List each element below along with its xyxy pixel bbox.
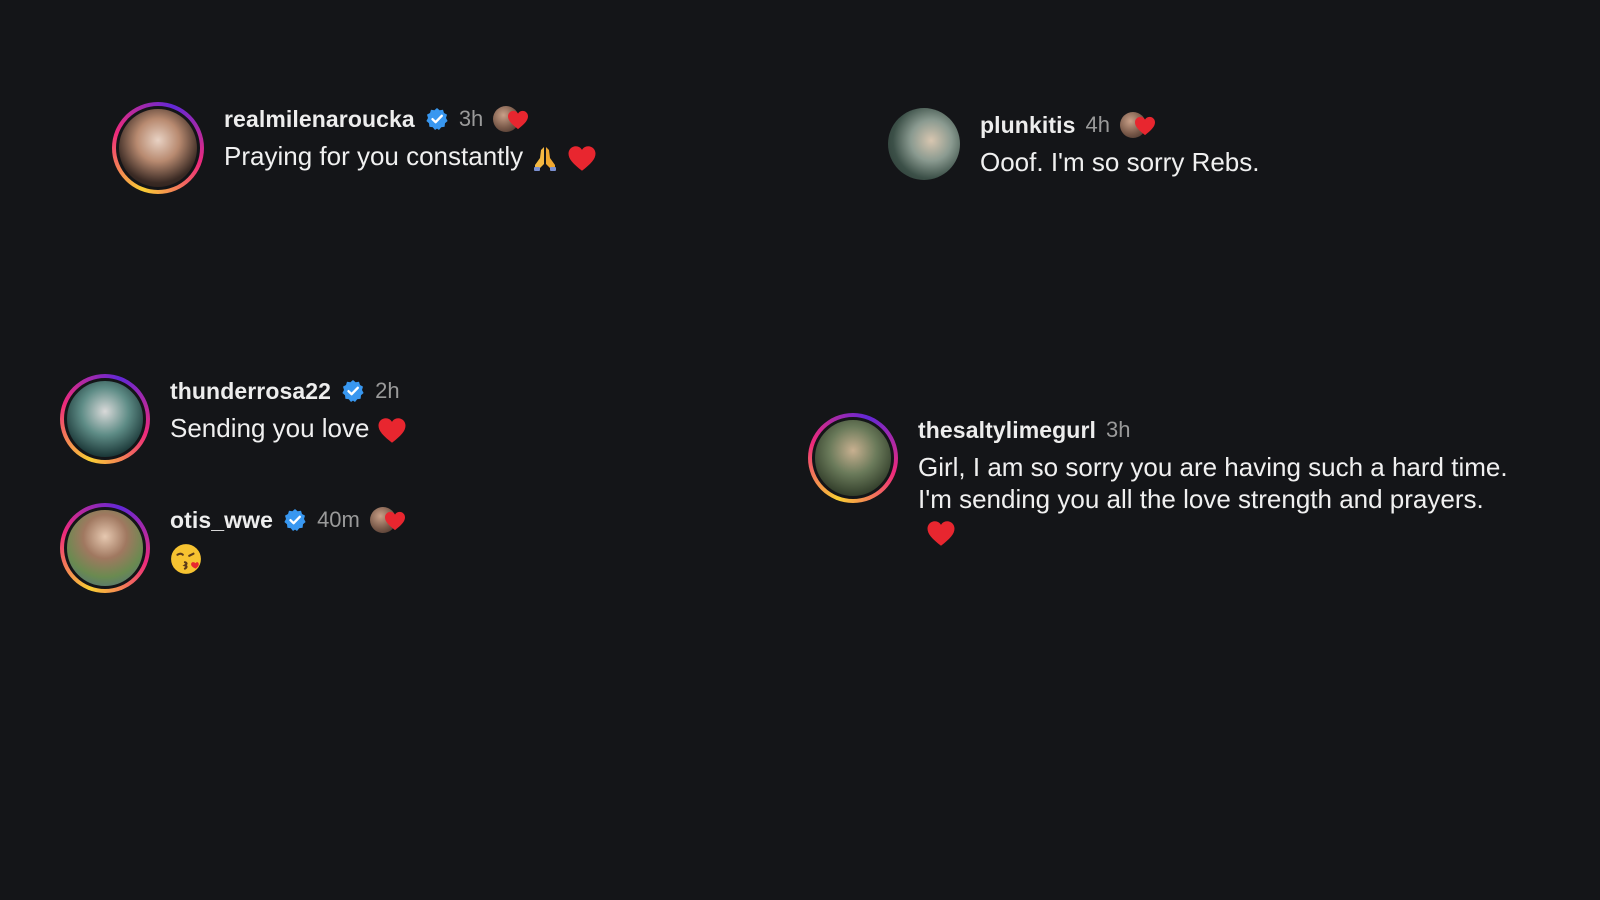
comment-text: Praying for you constantly [224,140,597,172]
username[interactable]: realmilenaroucka [224,106,415,133]
timestamp: 3h [458,106,484,131]
username[interactable]: thunderrosa22 [170,378,331,405]
comment-text-content: Girl, I am so sorry you are having such … [918,452,1508,514]
comment-header: realmilenaroucka 3h [224,102,597,136]
comment-text-content: Ooof. I'm so sorry Rebs. [980,147,1260,177]
comment-text: Sending you love [170,412,407,444]
username[interactable]: otis_wwe [170,507,273,534]
verified-badge-icon [425,107,449,131]
liked-by-author-icon [493,104,527,134]
comment-header: thesaltylimegurl 3h [918,413,1508,447]
avatar[interactable] [888,108,960,180]
comment-header: plunkitis 4h [980,108,1260,142]
comment-body: plunkitis 4h Ooof. I'm so sorry Rebs. [980,108,1260,178]
comment-body: realmilenaroucka 3h Praying for you cons… [224,102,597,172]
timestamp: 4h [1085,112,1110,137]
comment-otis-wwe: otis_wwe 40m [60,503,404,593]
avatar[interactable] [808,413,898,503]
comment-realmilenaroucka: realmilenaroucka 3h Praying for you cons… [112,102,597,194]
avatar[interactable] [60,374,150,464]
verified-badge-icon [283,508,307,532]
comment-text: Girl, I am so sorry you are having such … [918,451,1508,547]
timestamp: 2h [375,378,400,403]
face-blowing-kiss-icon [170,543,202,575]
timestamp: 40m [317,507,360,532]
comment-body: thunderrosa22 2h Sending you love [170,374,407,444]
red-heart-icon [567,145,597,172]
liked-by-author-icon [1119,110,1154,140]
red-heart-icon [377,417,407,444]
comment-thesaltylimegurl: thesaltylimegurl 3h Girl, I am so sorry … [808,413,1508,547]
timestamp: 3h [1106,417,1131,442]
avatar[interactable] [112,102,204,194]
comment-text: Ooof. I'm so sorry Rebs. [980,146,1260,178]
red-heart-icon [926,520,956,547]
liked-by-author-icon [369,505,404,535]
comment-header: otis_wwe 40m [170,503,404,537]
comment-text-content: Praying for you constantly [224,141,524,171]
comment-body: otis_wwe 40m [170,503,404,575]
comment-header: thunderrosa22 2h [170,374,407,408]
comment-text [170,541,404,575]
avatar[interactable] [60,503,150,593]
username[interactable]: plunkitis [980,112,1075,139]
comment-thunderrosa22: thunderrosa22 2h Sending you love [60,374,407,464]
verified-badge-icon [341,379,365,403]
comment-plunkitis: plunkitis 4h Ooof. I'm so sorry Rebs. [888,108,1260,180]
folded-hands-icon [531,144,559,172]
comment-text-content: Sending you love [170,413,370,443]
username[interactable]: thesaltylimegurl [918,417,1096,444]
comment-body: thesaltylimegurl 3h Girl, I am so sorry … [918,413,1508,547]
